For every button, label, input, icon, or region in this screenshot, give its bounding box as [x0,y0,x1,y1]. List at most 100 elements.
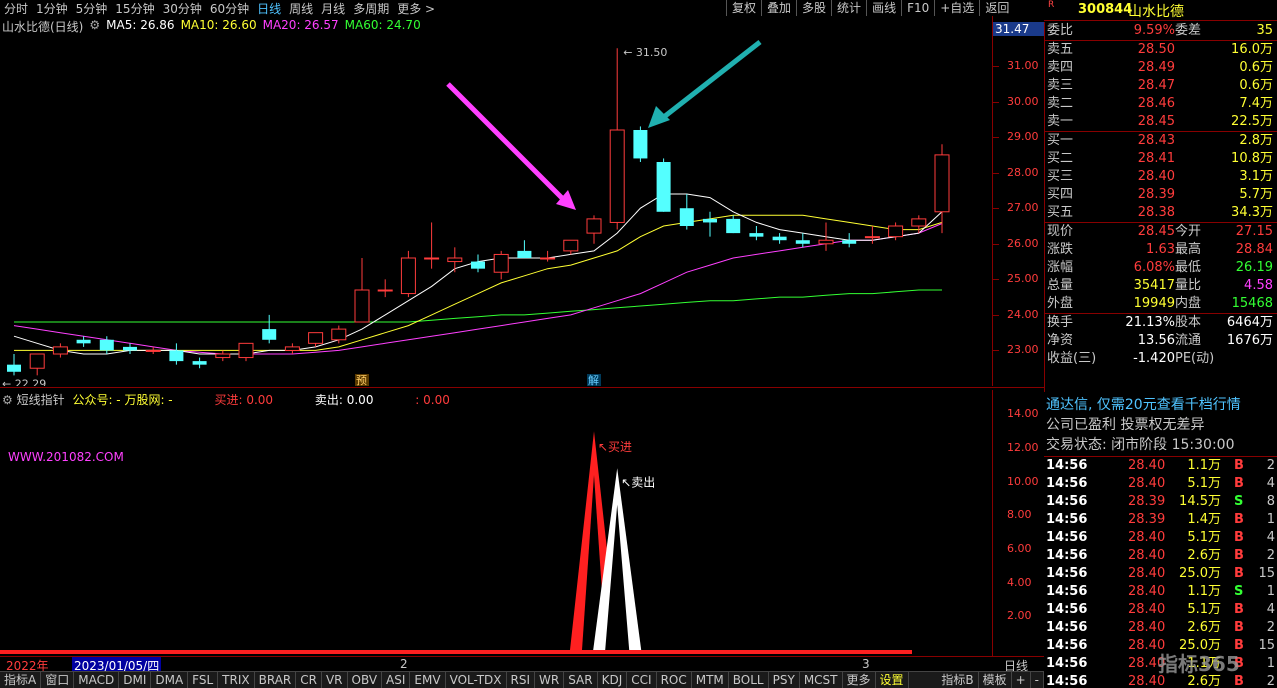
indicator-tab[interactable]: 更多 [843,672,876,688]
indicator-tab[interactable]: SAR [564,672,598,688]
indicator-tab[interactable]: WR [535,672,565,688]
ma60-line [14,289,942,323]
settings-icon[interactable]: ⚙ [2,393,13,407]
tick-time: 14:56 [1046,566,1088,581]
weibi-value: 9.59% [1133,23,1175,38]
period-tab[interactable]: 日线 [253,0,285,17]
pane-divider [0,387,1044,388]
indicator-chart[interactable]: ↖买进 ↖卖出 [0,406,992,656]
period-tab[interactable]: 多周期 [349,0,393,17]
period-tab[interactable]: 30分钟 [159,0,206,17]
ma-label: MA5: 26.86 [106,18,175,32]
indicator-tab[interactable]: 指标A [0,672,42,688]
bid-label: 买二 [1047,151,1074,166]
tick-time: 14:56 [1046,548,1088,563]
tab-right-button[interactable]: - [1031,672,1044,688]
kline-chart[interactable]: ← 31.50 ← 22.29 预 解 [0,34,992,386]
toolbar-button[interactable]: 画线 [866,0,901,16]
toolbar-button[interactable]: 返回 [979,0,1014,16]
stat-label: 内盘 [1175,296,1202,311]
stat-value: 1.63 [1146,242,1175,257]
indicator-tab[interactable]: 设置 [876,672,909,688]
indicator-tab[interactable]: MACD [74,672,120,688]
indicator-tab[interactable]: VR [322,672,348,688]
tick-side: S [1234,584,1244,599]
marker-jie: 解 [588,373,599,386]
settings-icon[interactable]: ⚙ [89,18,100,34]
period-tab[interactable]: 5分钟 [72,0,112,17]
stat-row: 现价 28.45 今开 27.15 [1045,223,1277,241]
ad-link[interactable]: 通达信, 仅需20元查看千档行情 [1046,394,1241,414]
stat-row: 涨幅 6.08% 最低 26.19 [1045,259,1277,277]
ask-label: 卖三 [1047,78,1074,93]
period-tab[interactable]: 月线 [317,0,349,17]
indicator-tab[interactable]: VOL-TDX [446,672,507,688]
toolbar-button[interactable]: 复权 [726,0,761,16]
date-axis: 2022年 2023/01/05/四 2 3 日线 [0,656,1044,674]
tick-count: 8 [1266,494,1275,509]
period-tab[interactable]: 分时 [0,0,32,17]
bid-row: 买五 28.38 34.3万 [1045,204,1277,222]
candle [447,247,463,273]
stat-label: PE(动) [1175,351,1215,366]
period-tab[interactable]: 60分钟 [206,0,253,17]
indicator-tab[interactable]: CR [296,672,322,688]
tick-row: 14:56 28.39 1.4万 B 1 [1044,511,1277,529]
tick-volume: 5.1万 [1187,530,1221,545]
indicator-tab[interactable]: 窗口 [41,672,75,688]
period-tab[interactable]: 周线 [285,0,317,17]
indicator-tab[interactable]: EMV [410,672,446,688]
period-tab[interactable]: 更多 > [393,0,439,17]
stat-row: 外盘 19949 内盘 15468 [1045,295,1277,313]
indicator-tab[interactable]: TRIX [218,672,255,688]
ask-row: 卖五 28.50 16.0万 [1045,41,1277,59]
ask-row: 卖三 28.47 0.6万 [1045,77,1277,95]
indicator-tab[interactable]: DMI [119,672,152,688]
toolbar-button[interactable]: 叠加 [761,0,796,16]
candle [633,126,648,162]
candle [238,342,254,362]
toolbar-button[interactable]: +自选 [934,0,979,16]
indicator-tab[interactable]: OBV [348,672,383,688]
indicator-tab[interactable]: CCI [627,672,657,688]
weibi-label: 委比 [1047,23,1074,38]
bid-row: 买二 28.41 10.8万 [1045,150,1277,168]
toolbar-button[interactable]: F10 [901,0,934,16]
indicator-tab[interactable]: KDJ [598,672,628,688]
company-status: 公司已盈利 投票权无差异 [1046,417,1205,433]
indicator-tab[interactable]: MTM [692,672,729,688]
indicator-tab[interactable]: BOLL [729,672,769,688]
indicator-tab[interactable]: ROC [657,672,692,688]
indicator-tab[interactable]: MCST [800,672,843,688]
indicator-tab[interactable]: BRAR [255,672,297,688]
indicator-tab[interactable]: ASI [382,672,411,688]
tick-row: 14:56 28.40 2.6万 B 2 [1044,619,1277,637]
tick-time: 14:56 [1046,584,1088,599]
ask-row: 卖二 28.46 7.4万 [1045,95,1277,113]
period-tab[interactable]: 15分钟 [111,0,158,17]
tick-time: 14:56 [1046,674,1088,688]
indicator-tab[interactable]: RSI [507,672,536,688]
toolbar-button[interactable]: 多股 [796,0,831,16]
candle [493,250,509,280]
tab-right-button[interactable]: 模板 [979,672,1012,688]
month-label-2: 2 [400,657,408,671]
ask-volume: 0.6万 [1239,60,1273,75]
price-tick: 30.00 [1007,95,1039,108]
indicator-name: 短线指针 [16,393,65,407]
ma-legend: MA5: 26.86 MA10: 26.60 MA20: 26.57 MA60: 24… [106,18,427,34]
tick-mark [993,315,999,316]
tab-right-button[interactable]: 指标B [937,672,979,688]
tick-mark [993,102,999,103]
tick-price: 28.40 [1128,584,1166,599]
stat-value: -1.420 [1133,351,1175,366]
candle [262,314,277,344]
candle [563,239,579,255]
indicator-tab[interactable]: DMA [151,672,189,688]
bid-price: 28.41 [1137,151,1175,166]
toolbar-button[interactable]: 统计 [831,0,866,16]
indicator-tab[interactable]: FSL [188,672,219,688]
indicator-tab[interactable]: PSY [769,672,800,688]
period-tab[interactable]: 1分钟 [32,0,72,17]
tab-right-button[interactable]: + [1012,672,1031,688]
